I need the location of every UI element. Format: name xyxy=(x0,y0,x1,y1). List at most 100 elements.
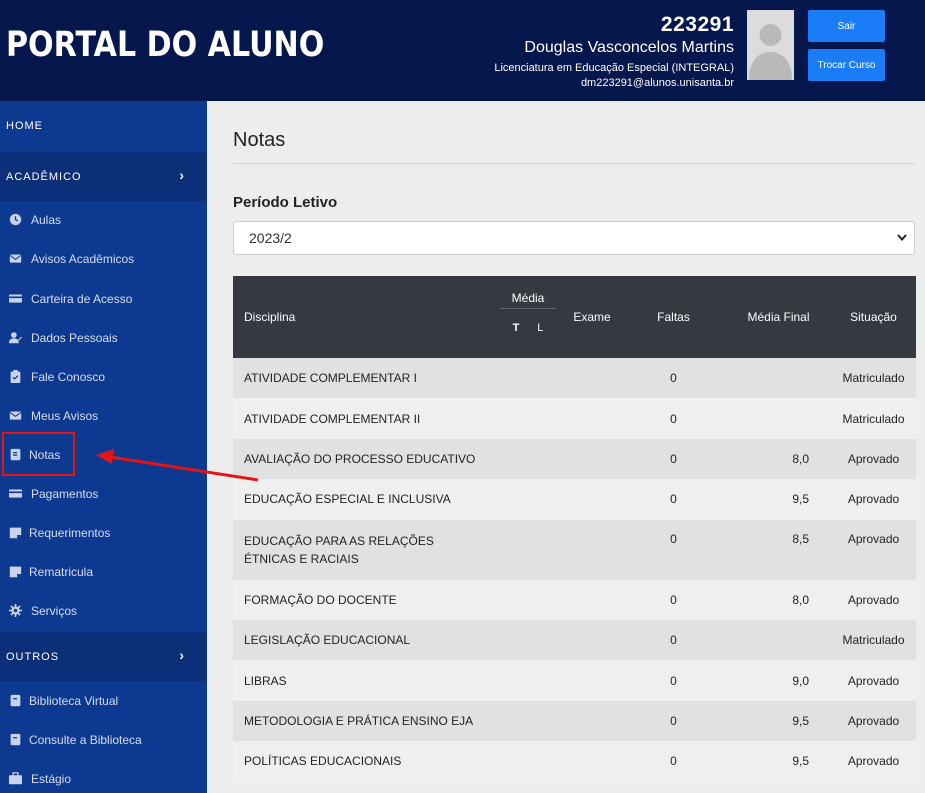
cell-situacao: Matriculado xyxy=(842,633,905,648)
cell-media-final: 9,5 xyxy=(792,754,809,769)
header-media-l: L xyxy=(537,322,544,334)
logo-text: PORTAL DO ALUNO xyxy=(6,25,325,65)
cell-situacao: Aprovado xyxy=(847,531,900,546)
sidebar-item-label: Estágio xyxy=(31,771,72,786)
table-row: EDUCAÇÃO PARA AS RELAÇÕES ÉTNICAS E RACI… xyxy=(233,519,916,580)
cell-exame xyxy=(563,439,621,479)
title-divider xyxy=(233,163,915,164)
user-course: Licenciatura em Educação Especial (INTEG… xyxy=(494,62,734,74)
avatar xyxy=(747,10,794,80)
user-name: Douglas Vasconcelos Martins xyxy=(524,39,734,56)
period-label: Período Letivo xyxy=(233,194,338,211)
sidebar-item-label: Meus Avisos xyxy=(31,408,99,423)
period-select-value: 2023/2 xyxy=(249,230,292,246)
table-row: EDUCAÇÃO ESPECIAL E INCLUSIVA 0 9,5 Apro… xyxy=(233,479,916,520)
sidebar-item-label: Aulas xyxy=(31,212,62,227)
cell-media xyxy=(493,741,563,781)
card-icon xyxy=(8,292,22,306)
sidebar-item-rematricula[interactable]: Rematricula xyxy=(0,552,207,591)
user-id: 223291 xyxy=(660,13,734,36)
sair-button[interactable]: Sair xyxy=(808,10,885,42)
cell-media-final xyxy=(726,620,831,660)
sidebar-item-pagamentos[interactable]: Pagamentos xyxy=(0,474,207,513)
cell-exame xyxy=(563,358,621,398)
sidebar-item-consulte-a-biblioteca[interactable]: Consulte a Biblioteca xyxy=(0,720,207,759)
cell-faltas: 0 xyxy=(670,451,677,466)
table-row: POLÍTICAS EDUCACIONAIS 0 9,5 Aprovado xyxy=(233,741,916,782)
sidebar-item-estagio[interactable]: Estágio xyxy=(0,759,207,793)
cell-exame xyxy=(563,398,621,438)
cell-media-final: 8,5 xyxy=(792,531,809,546)
book-icon xyxy=(8,694,22,708)
table-row: LIBRAS 0 9,0 Aprovado xyxy=(233,660,916,701)
sidebar-item-label: Pagamentos xyxy=(31,486,99,501)
table-row: FORMAÇÃO DO DOCENTE 0 8,0 Aprovado xyxy=(233,579,916,620)
sidebar-item-fale-conosco[interactable]: Fale Conosco xyxy=(0,357,207,396)
sidebar-item-label: Carteira de Acesso xyxy=(31,291,133,306)
header-faltas: Faltas xyxy=(657,310,690,324)
cell-situacao: Aprovado xyxy=(847,673,900,688)
sidebar-item-servicos[interactable]: Serviços xyxy=(0,591,207,630)
portal-logo[interactable]: PORTAL DO ALUNO xyxy=(4,8,324,82)
sidebar-item-meus-avisos[interactable]: Meus Avisos xyxy=(0,396,207,435)
sidebar-item-requerimentos[interactable]: Requerimentos xyxy=(0,513,207,552)
card-icon xyxy=(8,487,22,501)
cell-media xyxy=(493,660,563,700)
cell-exame xyxy=(563,479,621,519)
cell-disciplina: POLÍTICAS EDUCACIONAIS xyxy=(244,754,402,769)
sidebar-item-label: Consulte a Biblioteca xyxy=(29,732,142,747)
cell-disciplina: LEGISLAÇÃO EDUCACIONAL xyxy=(244,633,411,648)
cell-media-final: 9,5 xyxy=(792,713,809,728)
period-select[interactable]: 2023/2 xyxy=(233,221,915,255)
sidebar-item-carteira-de-acesso[interactable]: Carteira de Acesso xyxy=(0,279,207,318)
clock-icon xyxy=(8,213,22,227)
cell-media-final: 9,5 xyxy=(792,492,809,507)
gear-icon xyxy=(8,604,22,618)
sidebar-section-label: ACADÊMICO xyxy=(6,170,82,183)
sidebar-item-aulas[interactable]: Aulas xyxy=(0,200,207,239)
sidebar-item-label: Dados Pessoais xyxy=(31,330,118,345)
sidebar-item-avisos-academicos[interactable]: Avisos Acadêmicos xyxy=(0,239,207,278)
sidebar-item-label: Biblioteca Virtual xyxy=(29,693,119,708)
sidebar-item-dados-pessoais[interactable]: Dados Pessoais xyxy=(0,318,207,357)
user-placeholder-icon xyxy=(747,10,794,80)
table-row: METODOLOGIA E PRÁTICA ENSINO EJA 0 9,5 A… xyxy=(233,700,916,742)
trocar-curso-button[interactable]: Trocar Curso xyxy=(808,49,885,81)
clipboard-icon xyxy=(8,370,22,384)
cell-media xyxy=(493,520,563,580)
sidebar-section-academico[interactable]: ACADÊMICO › xyxy=(0,152,207,201)
cell-exame xyxy=(563,701,621,741)
sidebar-section-outros[interactable]: OUTROS › xyxy=(0,632,207,681)
chevron-down-icon xyxy=(897,234,907,242)
user-info: 223291 Douglas Vasconcelos Martins Licen… xyxy=(494,12,734,91)
cell-disciplina: ATIVIDADE COMPLEMENTAR I xyxy=(244,371,417,386)
envelope-icon xyxy=(8,252,22,266)
sidebar-item-biblioteca-virtual[interactable]: Biblioteca Virtual xyxy=(0,681,207,720)
cell-media xyxy=(493,358,563,398)
sidebar-home-label: HOME xyxy=(6,119,43,132)
cell-media xyxy=(493,620,563,660)
cell-faltas: 0 xyxy=(670,713,677,728)
notas-highlight-box xyxy=(2,432,75,476)
cell-situacao: Aprovado xyxy=(847,713,900,728)
cell-faltas: 0 xyxy=(670,673,677,688)
cell-faltas: 0 xyxy=(670,411,677,426)
cell-situacao: Aprovado xyxy=(847,754,900,769)
header-media-final: Média Final xyxy=(747,310,810,324)
sidebar-item-label: Serviços xyxy=(31,603,78,618)
cell-faltas: 0 xyxy=(670,492,677,507)
sidebar-home[interactable]: HOME xyxy=(0,101,207,150)
header-media-label: Média xyxy=(500,287,556,309)
table-row: AVALIAÇÃO DO PROCESSO EDUCATIVO 0 8,0 Ap… xyxy=(233,438,916,480)
cell-situacao: Aprovado xyxy=(847,592,900,607)
sidebar-item-label: Requerimentos xyxy=(29,525,111,540)
table-row: ATIVIDADE COMPLEMENTAR II 0 Matriculado xyxy=(233,398,916,439)
table-row: ATIVIDADE COMPLEMENTAR I 0 Matriculado xyxy=(233,358,916,399)
cell-faltas: 0 xyxy=(670,531,677,546)
header-situacao: Situação xyxy=(850,310,897,324)
cell-media xyxy=(493,439,563,479)
chevron-right-icon: › xyxy=(179,167,185,183)
page-title: Notas xyxy=(233,129,286,151)
cell-media xyxy=(493,479,563,519)
cell-disciplina: AVALIAÇÃO DO PROCESSO EDUCATIVO xyxy=(244,451,476,466)
